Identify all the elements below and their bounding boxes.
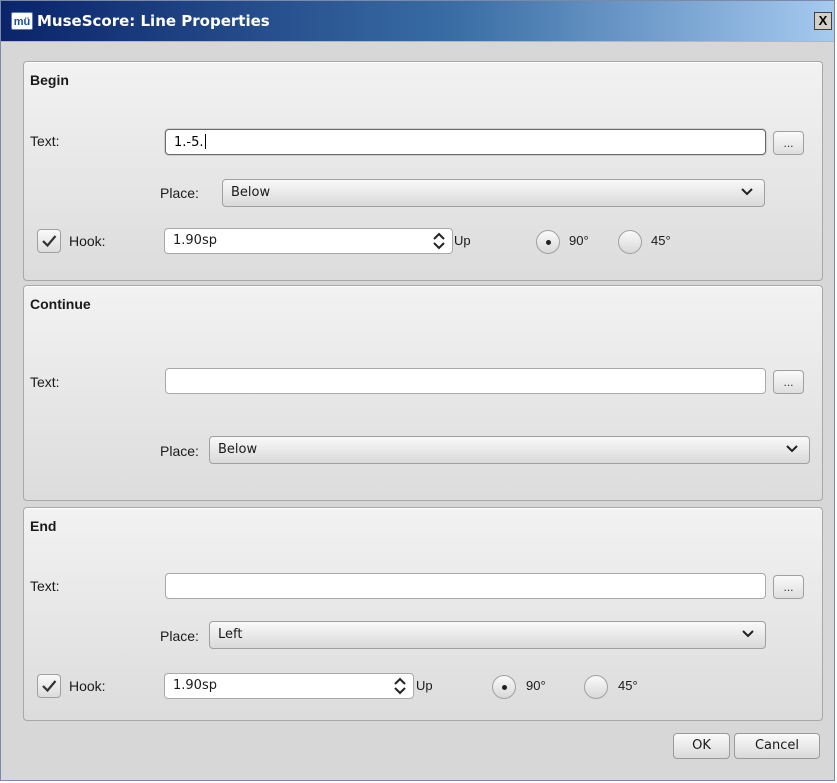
begin-angle-45-label: 45° [651,233,671,248]
title-bar[interactable]: mü MuseScore: Line Properties X [1,1,834,42]
end-text-label: Text: [30,578,60,594]
continue-group-title: Continue [30,296,91,312]
musescore-app-icon: mü [11,12,33,30]
end-text-edit-button[interactable]: ... [773,575,804,599]
begin-text-input[interactable]: 1.-5. [165,129,766,155]
chevron-down-icon [741,188,753,196]
end-hook-height-spinbox[interactable]: 1.90sp [164,673,414,699]
continue-text-input[interactable] [165,368,766,394]
begin-hook-height-spinbox[interactable]: 1.90sp [164,228,453,254]
begin-place-combo[interactable]: Below [222,179,765,207]
begin-hook-label: Hook: [69,233,106,249]
begin-place-value: Below [231,185,271,200]
spin-up-down-icon[interactable] [432,232,446,250]
end-angle-45-label: 45° [618,678,638,693]
ok-button[interactable]: OK [673,733,730,759]
end-hook-up-label: Up [416,678,433,693]
checkmark-icon [42,235,57,248]
begin-angle-45-radio[interactable] [618,230,642,254]
begin-angle-90-radio[interactable] [536,230,560,254]
end-group: End Text: ... Place: Left Hook: 1.90sp U… [23,507,823,721]
end-angle-45-radio[interactable] [584,675,608,699]
continue-place-value: Below [218,442,258,457]
continue-text-edit-button[interactable]: ... [773,370,804,394]
end-angle-90-label: 90° [526,678,546,693]
text-caret [204,134,206,149]
begin-angle-90-label: 90° [569,233,589,248]
end-hook-label: Hook: [69,678,106,694]
chevron-down-icon [742,630,754,638]
end-place-value: Left [218,627,243,642]
spin-up-down-icon[interactable] [393,677,407,695]
cancel-button[interactable]: Cancel [734,733,820,759]
continue-group: Continue Text: ... Place: Below [23,285,823,501]
end-group-title: End [30,518,57,534]
begin-text-edit-button[interactable]: ... [773,131,804,155]
end-hook-height-value: 1.90sp [173,678,217,693]
begin-text-label: Text: [30,133,60,149]
begin-hook-height-value: 1.90sp [173,233,217,248]
begin-group: Begin Text: 1.-5. ... Place: Below Hook:… [23,61,823,281]
begin-group-title: Begin [30,72,69,88]
begin-hook-checkbox[interactable] [37,229,61,253]
continue-place-label: Place: [160,443,199,459]
end-angle-90-radio[interactable] [492,675,516,699]
begin-hook-up-label: Up [454,233,471,248]
close-button[interactable]: X [814,12,832,30]
end-place-label: Place: [160,628,199,644]
end-text-input[interactable] [165,573,766,599]
window-title: MuseScore: Line Properties [37,12,270,30]
begin-place-label: Place: [160,185,199,201]
line-properties-dialog: mü MuseScore: Line Properties X Begin Te… [0,0,835,781]
continue-place-combo[interactable]: Below [209,436,810,464]
end-place-combo[interactable]: Left [209,621,766,649]
continue-text-label: Text: [30,374,60,390]
checkmark-icon [42,680,57,693]
end-hook-checkbox[interactable] [37,674,61,698]
begin-text-value: 1.-5. [174,135,204,150]
chevron-down-icon [786,445,798,453]
